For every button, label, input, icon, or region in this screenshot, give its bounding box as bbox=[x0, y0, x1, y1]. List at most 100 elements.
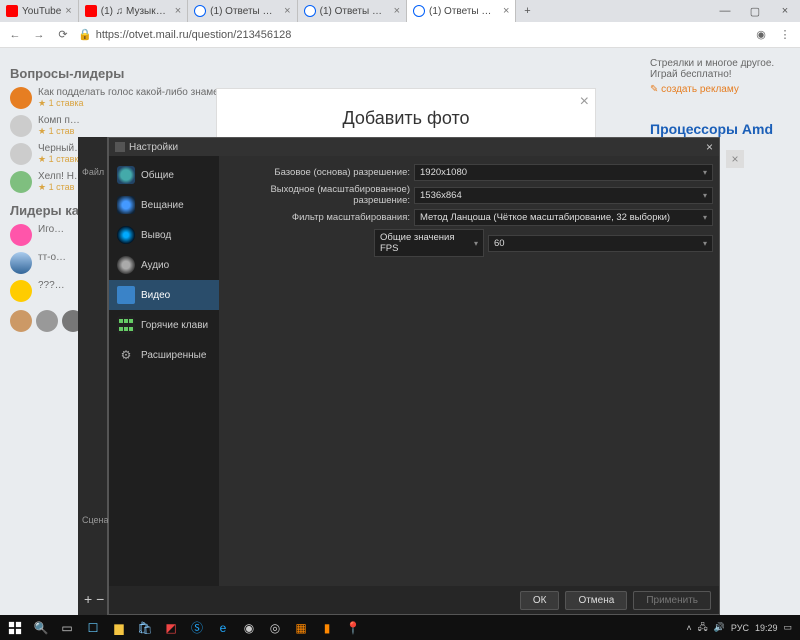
close-icon[interactable]: × bbox=[175, 5, 181, 17]
notifications-icon[interactable]: ▭ bbox=[783, 622, 792, 633]
skype-icon[interactable]: Ⓢ bbox=[184, 615, 210, 640]
search-icon[interactable]: 🔍 bbox=[28, 615, 54, 640]
monitor-icon bbox=[117, 286, 135, 304]
taskbar-app[interactable]: ◩ bbox=[158, 615, 184, 640]
sidebar-item-stream[interactable]: Вещание bbox=[109, 190, 219, 220]
obs-settings-window: Настройки × Общие Вещание Вывод Аудио Ви… bbox=[108, 137, 720, 615]
new-tab-button[interactable]: + bbox=[516, 0, 538, 22]
fps-value-select[interactable]: 60▾ bbox=[488, 235, 713, 252]
tray-chevron-icon[interactable]: ˄ bbox=[686, 623, 691, 633]
close-icon[interactable]: × bbox=[580, 93, 589, 111]
cancel-button[interactable]: Отмена bbox=[565, 591, 627, 610]
audio-icon bbox=[117, 256, 135, 274]
network-icon[interactable]: 🖧 bbox=[698, 620, 708, 636]
chrome-icon[interactable]: ◉ bbox=[236, 615, 262, 640]
taskbar-app[interactable]: ▦ bbox=[288, 615, 314, 640]
modal-title: Добавить фото bbox=[342, 108, 469, 129]
reload-button[interactable]: ⟳ bbox=[54, 26, 72, 44]
address-bar: ← → ⟳ 🔒https://otvet.mail.ru/question/21… bbox=[0, 22, 800, 48]
downscale-filter-label: Фильтр масштабирования: bbox=[225, 212, 410, 223]
url-field[interactable]: 🔒https://otvet.mail.ru/question/21345612… bbox=[78, 28, 746, 41]
avatar bbox=[10, 87, 32, 109]
base-resolution-label: Базовое (основа) разрешение: bbox=[225, 167, 410, 178]
tab-music[interactable]: (1) ♫ Музыка для Стрим…× bbox=[79, 0, 188, 22]
explorer-icon[interactable]: ▆ bbox=[106, 615, 132, 640]
settings-sidebar: Общие Вещание Вывод Аудио Видео Горячие … bbox=[109, 156, 219, 586]
chevron-down-icon: ▾ bbox=[703, 239, 707, 248]
mailru-icon bbox=[304, 5, 316, 17]
maximize-button[interactable]: ▢ bbox=[740, 0, 770, 22]
sidebar-item-output[interactable]: Вывод bbox=[109, 220, 219, 250]
clock[interactable]: 19:29 bbox=[755, 623, 778, 633]
taskbar-app[interactable]: 📍 bbox=[340, 615, 366, 640]
keyboard-icon bbox=[117, 316, 135, 334]
profile-icon[interactable]: ◉ bbox=[752, 26, 770, 44]
lock-icon: 🔒 bbox=[78, 28, 92, 41]
edge-icon[interactable]: e bbox=[210, 615, 236, 640]
avatar bbox=[10, 171, 32, 193]
file-menu[interactable]: Файл bbox=[82, 167, 104, 177]
chevron-down-icon: ▾ bbox=[474, 239, 478, 248]
close-icon[interactable]: × bbox=[284, 5, 290, 17]
sidebar-item-audio[interactable]: Аудио bbox=[109, 250, 219, 280]
close-icon[interactable]: × bbox=[726, 150, 744, 168]
taskbar[interactable]: 🔍 ▭ ☐ ▆ 🛍 ◩ Ⓢ e ◉ ◎ ▦ ▮ 📍 ˄ 🖧 🔊 РУС 19:2… bbox=[0, 615, 800, 640]
avatar bbox=[10, 224, 32, 246]
obs-icon[interactable]: ◎ bbox=[262, 615, 288, 640]
taskbar-app[interactable]: ☐ bbox=[80, 615, 106, 640]
language-indicator[interactable]: РУС bbox=[731, 623, 749, 633]
close-icon[interactable]: × bbox=[706, 140, 713, 154]
sidebar-item-hotkeys[interactable]: Горячие клави bbox=[109, 310, 219, 340]
sidebar-item-video[interactable]: Видео bbox=[109, 280, 219, 310]
chevron-down-icon: ▾ bbox=[703, 191, 707, 200]
volume-icon[interactable]: 🔊 bbox=[714, 622, 725, 633]
output-resolution-select[interactable]: 1536x864▾ bbox=[414, 187, 713, 204]
scenes-label: Сцена bbox=[82, 515, 109, 525]
downscale-filter-select[interactable]: Метод Ланцоша (Чёткое масштабирование, 3… bbox=[414, 209, 713, 226]
tab-mail-1[interactable]: (1) Ответы Mail.Ru: ответ× bbox=[188, 0, 297, 22]
close-button[interactable]: × bbox=[770, 0, 800, 22]
add-scene-button[interactable]: + − bbox=[84, 591, 104, 607]
tab-youtube[interactable]: YouTube× bbox=[0, 0, 79, 22]
youtube-icon bbox=[85, 5, 97, 17]
ok-button[interactable]: ОК bbox=[520, 591, 560, 610]
task-view-icon[interactable]: ▭ bbox=[54, 615, 80, 640]
globe-icon bbox=[117, 166, 135, 184]
dialog-footer: ОК Отмена Применить bbox=[109, 586, 719, 614]
stream-icon bbox=[117, 196, 135, 214]
back-button[interactable]: ← bbox=[6, 26, 24, 44]
base-resolution-select[interactable]: 1920x1080▾ bbox=[414, 164, 713, 181]
window-buttons: — ▢ × bbox=[710, 0, 800, 22]
mailru-icon bbox=[413, 5, 425, 17]
close-icon[interactable]: × bbox=[65, 5, 71, 17]
avatar bbox=[10, 280, 32, 302]
minimize-button[interactable]: — bbox=[710, 0, 740, 22]
taskbar-app[interactable]: ▮ bbox=[314, 615, 340, 640]
obs-icon bbox=[115, 142, 125, 152]
mailru-icon bbox=[194, 5, 206, 17]
settings-panel: Базовое (основа) разрешение: 1920x1080▾ … bbox=[219, 156, 719, 586]
window-titlebar[interactable]: Настройки × bbox=[109, 138, 719, 156]
sidebar-item-advanced[interactable]: ⚙Расширенные bbox=[109, 340, 219, 370]
close-icon[interactable]: × bbox=[394, 5, 400, 17]
window-title: Настройки bbox=[129, 142, 178, 153]
menu-icon[interactable]: ⋮ bbox=[776, 26, 794, 44]
sidebar-item-general[interactable]: Общие bbox=[109, 160, 219, 190]
avatar bbox=[10, 115, 32, 137]
tab-mail-2[interactable]: (1) Ответы Mail.Ru: настро× bbox=[298, 0, 407, 22]
youtube-icon bbox=[6, 5, 18, 17]
store-icon[interactable]: 🛍 bbox=[132, 615, 158, 640]
forward-button[interactable]: → bbox=[30, 26, 48, 44]
sidebar-ad: Стреялки и многое другое. Играй бесплатн… bbox=[650, 58, 790, 137]
close-icon[interactable]: × bbox=[503, 5, 509, 17]
output-icon bbox=[117, 226, 135, 244]
fps-type-select[interactable]: Общие значения FPS▾ bbox=[374, 229, 484, 257]
avatar bbox=[10, 143, 32, 165]
output-resolution-label: Выходное (масштабированное) разрешение: bbox=[225, 184, 410, 206]
chevron-down-icon: ▾ bbox=[703, 168, 707, 177]
system-tray[interactable]: ˄ 🖧 🔊 РУС 19:29 ▭ bbox=[686, 620, 798, 636]
start-button[interactable] bbox=[2, 615, 28, 640]
tab-mail-3[interactable]: (1) Ответы Mail.Ru: настро× bbox=[407, 0, 516, 22]
apply-button[interactable]: Применить bbox=[633, 591, 711, 610]
chevron-down-icon: ▾ bbox=[703, 213, 707, 222]
